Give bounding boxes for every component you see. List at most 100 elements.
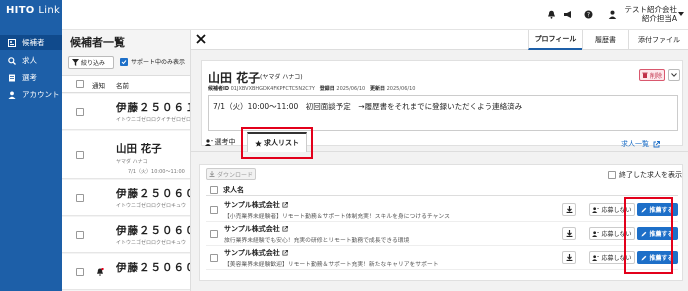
user-menu[interactable]: テスト紹介会社 紹介担当A [617, 5, 678, 23]
column-name: 名前 [116, 82, 129, 90]
user-company: テスト紹介会社 [624, 5, 678, 14]
job-description: 旅行業界未経験でも安心！充実の研修とリモート勤務で成長できる環境 [224, 238, 410, 244]
company-name[interactable]: サンプル株式会社 [224, 248, 288, 258]
list-item[interactable]: 伊藤２５０６１００ イトウニゴゼロロクイチゼロゼロイチ [62, 94, 219, 130]
list-item[interactable]: 伊藤２５０６０９ [62, 254, 207, 290]
tab-resume[interactable]: 履歴書 [582, 30, 628, 50]
select-all-checkbox[interactable] [210, 185, 218, 194]
job-table-header: 求人名 [206, 184, 678, 196]
list-item[interactable]: 山田 花子 ヤマダ ハナコ 7/1（火）10:00〜11:00 [62, 131, 190, 179]
help-icon[interactable]: ? [584, 10, 593, 19]
job-list-link[interactable]: 求人一覧 [621, 139, 661, 149]
trash-icon [642, 72, 648, 78]
sidebar-item-account[interactable]: アカウント [0, 87, 62, 102]
job-description: 【美容業界未経験歓迎】リモート勤務＆サポート充実！新たなキャリアをサポート [224, 262, 439, 268]
chevron-down-icon [671, 73, 677, 77]
external-link-icon [282, 226, 288, 232]
sidebar: HITO Link 候補者 求人 選考 アカウント [0, 0, 62, 291]
download-icon [566, 206, 572, 213]
row-checkbox[interactable] [76, 194, 84, 202]
job-list-panel: ダウンロード 終了した求人を表示 求人名 サンプル株式会社 【小売業界未経験者】… [199, 164, 683, 281]
download-row-button[interactable] [562, 203, 576, 216]
list-header: 通知 名前 [62, 75, 190, 93]
candidate-kana: イトウニゴゼロロクゼロキュウ [116, 203, 187, 209]
job-description: 【小売業界未経験者】リモート勤務＆サポート体制充実！スキルを身につけるチャンス [224, 214, 450, 220]
chevron-down-icon[interactable] [678, 12, 684, 17]
tab-attachments[interactable]: 添付ファイル [628, 30, 688, 50]
sidebar-item-selection[interactable]: 選考 [0, 70, 62, 85]
person-list-icon [8, 38, 16, 47]
more-button[interactable] [668, 69, 680, 81]
filter-button[interactable]: 絞り込み [68, 56, 114, 69]
column-job-name: 求人名 [223, 185, 244, 194]
user-minus-icon [592, 254, 600, 261]
list-item[interactable]: 伊藤２５０６０９ イトウニゴゼロロクゼロキュウ [62, 217, 207, 253]
candidate-note: 7/1（火）10:00〜11:00 [128, 169, 185, 175]
row-checkbox[interactable] [76, 268, 84, 276]
company-name[interactable]: サンプル株式会社 [224, 224, 288, 234]
bell-icon[interactable] [547, 10, 556, 19]
user-icon[interactable] [608, 10, 617, 19]
check-icon [121, 59, 127, 64]
top-bar: ? テスト紹介会社 紹介担当A [62, 0, 688, 30]
search-icon [8, 56, 16, 65]
sidebar-item-label: 候補者 [22, 38, 45, 47]
external-link-icon [282, 202, 288, 208]
page-title: 候補者一覧 [70, 36, 125, 49]
download-icon [566, 230, 572, 237]
svg-text:?: ? [587, 12, 590, 19]
document-icon [9, 74, 15, 81]
highlight-box [624, 197, 673, 274]
sidebar-item-label: 選考 [22, 73, 37, 82]
row-checkbox[interactable] [210, 230, 218, 238]
megaphone-icon[interactable] [563, 10, 572, 19]
candidate-kana: (ヤマダ ハナコ) [260, 74, 303, 81]
candidate-name: 山田 花子 [208, 71, 261, 85]
download-button[interactable]: ダウンロード [206, 168, 256, 180]
candidate-kana: イトウニゴゼロロクゼロキュウ [116, 240, 187, 246]
candidate-detail-panel: プロフィール 履歴書 添付ファイル 山田 花子 (ヤマダ ハナコ) 候補者ID … [190, 30, 688, 291]
candidate-kana: イトウニゴゼロロクイチゼロゼロイチ [116, 117, 202, 123]
checkbox[interactable] [120, 57, 128, 66]
candidate-list-panel: 候補者一覧 絞り込み サポート中のみ表示 通知 名前 伊藤２５０６１００ イトウ… [62, 30, 219, 291]
user-role: 紹介担当A [641, 14, 677, 23]
table-row: サンプル株式会社 【美容業界未経験歓迎】リモート勤務＆サポート充実！新たなキャリ… [206, 246, 678, 270]
candidate-name: 山田 花子 [116, 143, 162, 155]
user-icon [8, 91, 16, 99]
table-row: サンプル株式会社 旅行業界未経験でも安心！充実の研修とリモート勤務で成長できる環… [206, 222, 678, 246]
sidebar-item-label: 求人 [22, 56, 37, 65]
detail-header: プロフィール 履歴書 添付ファイル [191, 30, 688, 50]
row-checkbox[interactable] [76, 108, 84, 116]
sidebar-item-jobs[interactable]: 求人 [0, 53, 62, 68]
external-link-icon [653, 140, 661, 147]
tab-profile[interactable]: プロフィール [528, 30, 582, 50]
delete-button[interactable]: 削除 [639, 69, 665, 81]
row-checkbox[interactable] [210, 206, 218, 214]
show-ended-checkbox[interactable]: 終了した求人を表示 [608, 170, 682, 180]
candidate-kana: ヤマダ ハナコ [116, 159, 148, 165]
external-link-icon [282, 250, 288, 256]
checkbox[interactable] [608, 171, 616, 179]
row-checkbox[interactable] [210, 254, 218, 262]
support-only-checkbox[interactable]: サポート中のみ表示 [120, 57, 185, 66]
sidebar-item-label: アカウント [22, 90, 60, 99]
row-checkbox[interactable] [76, 231, 84, 239]
app-logo[interactable]: HITO Link [6, 5, 60, 16]
select-all-checkbox[interactable] [76, 80, 84, 88]
tab-in-selection[interactable]: 選考中 [199, 132, 241, 152]
row-checkbox[interactable] [76, 151, 84, 159]
download-row-button[interactable] [562, 227, 576, 240]
download-icon [209, 171, 215, 177]
candidate-meta: 候補者ID 01JXBVXBHGDK4FKPFCTC5N2C7Y 登録日 202… [208, 86, 416, 92]
user-minus-icon [592, 206, 600, 213]
user-minus-icon [592, 230, 600, 237]
bell-icon [97, 268, 104, 276]
close-icon[interactable] [196, 34, 206, 44]
user-plus-icon [204, 138, 213, 146]
column-notice: 通知 [92, 82, 105, 90]
sidebar-item-candidates[interactable]: 候補者 [0, 35, 62, 50]
company-name[interactable]: サンプル株式会社 [224, 200, 288, 210]
list-item[interactable]: 伊藤２５０６０９ イトウニゴゼロロクゼロキュウ [62, 180, 207, 216]
highlight-box [241, 127, 313, 159]
download-row-button[interactable] [562, 251, 576, 264]
